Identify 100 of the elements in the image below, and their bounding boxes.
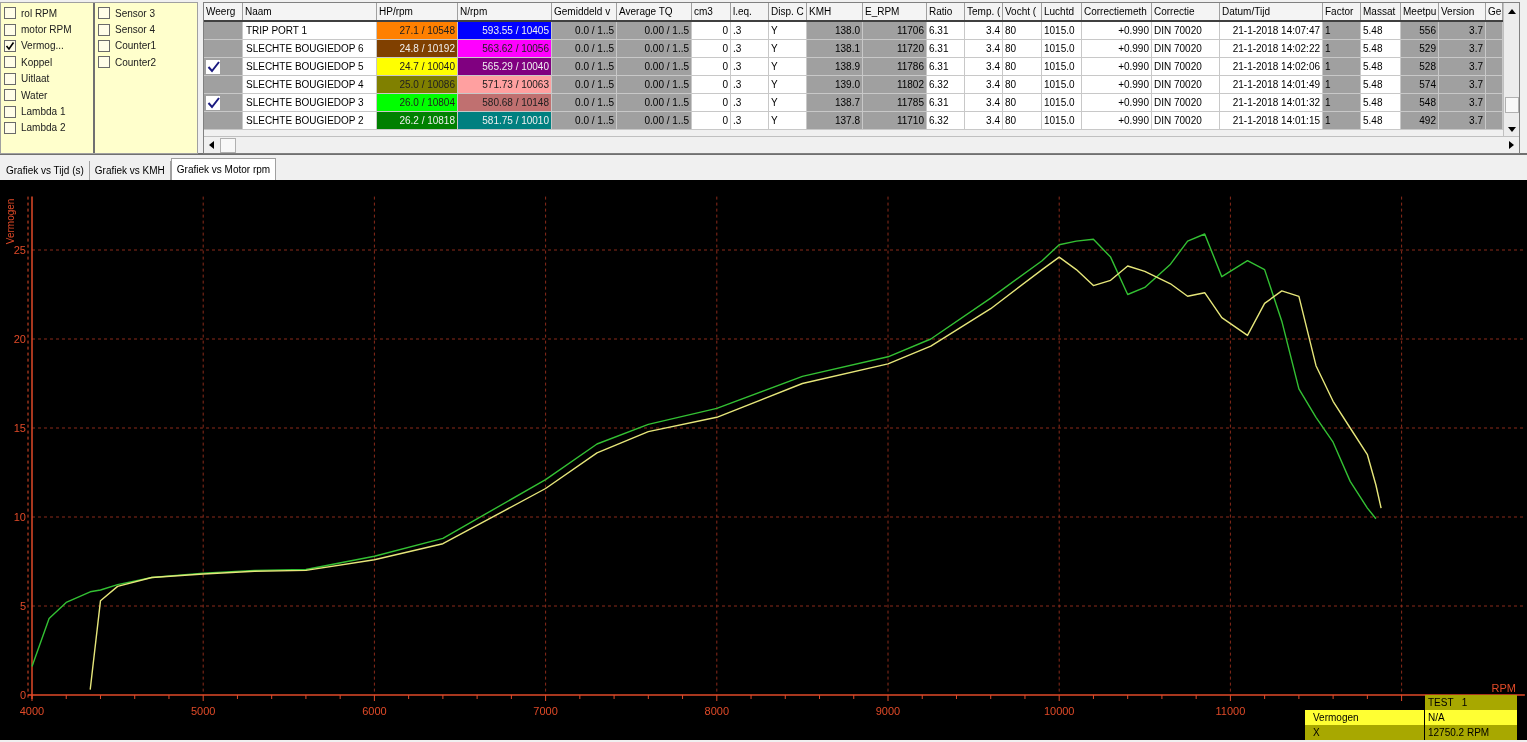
table-cell: 3.7 (1439, 76, 1486, 94)
column-header[interactable]: Temp. ( (965, 3, 1003, 20)
table-cell: 1 (1323, 112, 1361, 130)
table-cell: 0.0 / 1..5 (552, 58, 617, 76)
table-cell: 0 (692, 112, 731, 130)
checkbox[interactable] (4, 39, 16, 52)
column-header[interactable]: Correctiemeth (1082, 3, 1152, 20)
column-header[interactable]: Average TQ (617, 3, 692, 20)
y-tick-label: 10 (13, 511, 26, 523)
table-cell: 80 (1003, 112, 1042, 130)
column-header[interactable]: Vocht ( (1003, 3, 1042, 20)
scroll-thumb[interactable] (1504, 97, 1519, 113)
table-cell: 528 (1401, 58, 1439, 76)
tab[interactable]: Grafiek vs Motor rpm (170, 158, 277, 180)
table-cell: 563.62 / 10056 (458, 40, 552, 58)
table-cell: 0.00 / 1..5 (617, 112, 692, 130)
table-cell: 1015.0 (1042, 112, 1082, 130)
show-cell[interactable] (204, 94, 243, 112)
table-cell: 1015.0 (1042, 22, 1082, 40)
table-cell: 25.0 / 10086 (377, 76, 458, 94)
table-cell: 6.32 (927, 76, 965, 94)
table-cell: Y (769, 22, 807, 40)
scroll-up-icon[interactable] (1507, 8, 1516, 14)
table-cell: 0.0 / 1..5 (552, 112, 617, 130)
column-header[interactable]: Disp. C (769, 3, 807, 20)
checkbox[interactable] (98, 23, 110, 36)
table-cell: 1 (1323, 76, 1361, 94)
channel-label: Water (21, 88, 48, 103)
checkbox[interactable] (4, 89, 16, 102)
column-header[interactable]: E_RPM (863, 3, 927, 20)
checkmark-icon (206, 59, 220, 74)
checkbox[interactable] (4, 23, 16, 36)
show-cell[interactable] (204, 40, 243, 58)
table-cell: 1015.0 (1042, 40, 1082, 58)
checkbox[interactable] (98, 39, 110, 52)
table-cell: 11802 (863, 76, 927, 94)
column-header[interactable]: KMH (807, 3, 863, 20)
show-cell[interactable] (204, 112, 243, 130)
table-cell: SLECHTE BOUGIEDOP 4 (243, 76, 377, 94)
table-cell: 565.29 / 10040 (458, 58, 552, 76)
table-cell: DIN 70020 (1152, 40, 1220, 58)
table-cell: 138.0 (807, 22, 863, 40)
x-tick-label: 11000 (1215, 705, 1246, 717)
table-cell: 11786 (863, 58, 927, 76)
column-header[interactable]: Weerg (204, 3, 243, 20)
column-header[interactable]: Naam (243, 3, 377, 20)
checkbox[interactable] (4, 121, 16, 134)
column-header[interactable]: Gemiddeld v (552, 3, 617, 20)
table-cell: 11706 (863, 22, 927, 40)
column-header[interactable]: Version (1439, 3, 1486, 20)
checkbox[interactable] (4, 56, 16, 69)
table-cell: +0.990 (1082, 112, 1152, 130)
table-cell: DIN 70020 (1152, 58, 1220, 76)
table-cell: 556 (1401, 22, 1439, 40)
y-tick-label: 5 (19, 600, 26, 612)
y-tick-label: 0 (19, 689, 26, 701)
table-cell: 5.48 (1361, 22, 1401, 40)
x-tick-label: 7000 (533, 705, 558, 717)
column-header[interactable]: HP/rpm (377, 3, 458, 20)
column-header[interactable]: Meetpu (1401, 3, 1439, 20)
show-cell[interactable] (204, 22, 243, 40)
column-header[interactable]: Massat (1361, 3, 1401, 20)
table-cell: 0 (692, 58, 731, 76)
checkbox[interactable] (4, 7, 16, 20)
table-cell: 138.7 (807, 94, 863, 112)
column-header[interactable]: Luchtd (1042, 3, 1082, 20)
column-header[interactable]: Ge (1486, 3, 1503, 20)
horizontal-scrollbar[interactable] (204, 136, 1519, 153)
column-header[interactable]: l.eq. (731, 3, 769, 20)
table-cell: .3 (731, 76, 769, 94)
column-header[interactable]: N/rpm (458, 3, 552, 20)
table-cell: Y (769, 58, 807, 76)
table-cell: 1 (1323, 40, 1361, 58)
vertical-scrollbar[interactable] (1503, 3, 1519, 136)
column-header[interactable]: Ratio (927, 3, 965, 20)
column-header[interactable]: Correctie (1152, 3, 1220, 20)
table-cell: 27.1 / 10548 (377, 22, 458, 40)
show-cell[interactable] (204, 58, 243, 76)
table-cell: 80 (1003, 22, 1042, 40)
scroll-thumb[interactable] (220, 137, 236, 153)
checkbox[interactable] (98, 7, 110, 20)
table-cell: +0.990 (1082, 40, 1152, 58)
checkbox[interactable] (98, 56, 110, 69)
table-cell: 0 (692, 22, 731, 40)
checkbox[interactable] (4, 105, 16, 118)
column-header[interactable]: Datum/Tijd (1220, 3, 1323, 20)
table-cell: 11785 (863, 94, 927, 112)
table-cell: 3.7 (1439, 40, 1486, 58)
column-header[interactable]: Factor (1323, 3, 1361, 20)
table-cell: 0.0 / 1..5 (552, 94, 617, 112)
table-cell: 0.0 / 1..5 (552, 22, 617, 40)
table-cell: 3.4 (965, 40, 1003, 58)
x-tick-label: 4000 (19, 705, 45, 717)
column-header[interactable]: cm3 (692, 3, 731, 20)
checkbox[interactable] (4, 72, 16, 85)
show-cell[interactable] (204, 76, 243, 94)
channel-label: Counter2 (115, 55, 157, 70)
scroll-down-icon[interactable] (1507, 127, 1516, 133)
table-cell: 80 (1003, 58, 1042, 76)
readout-title: TEST 1 (1425, 695, 1517, 710)
